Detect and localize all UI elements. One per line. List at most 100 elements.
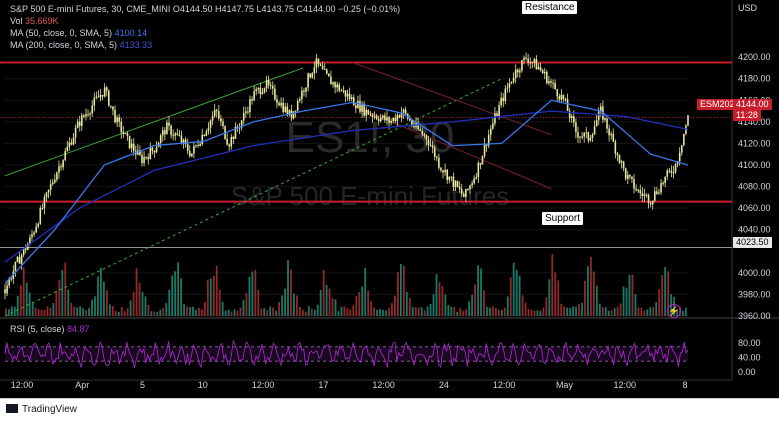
candle-body (145, 156, 147, 158)
volume-bar (497, 309, 500, 316)
candle-body (168, 122, 170, 126)
candle-body (226, 138, 228, 145)
candle-body (595, 120, 598, 127)
ma50-label[interactable]: MA (50, close, 0, SMA, 5) (10, 28, 112, 38)
volume-bar (58, 279, 61, 316)
volume-bar (563, 306, 566, 316)
volume-bar (382, 309, 384, 316)
volume-bar (515, 269, 518, 316)
candle-body (604, 118, 606, 120)
volume-bar (209, 278, 212, 316)
candle-body (535, 59, 538, 70)
candle-body (365, 109, 368, 116)
volume-bar (22, 267, 25, 316)
candle-body (577, 132, 579, 138)
candle-body (166, 122, 168, 135)
volume-bar (40, 310, 43, 316)
candle-body (110, 105, 112, 107)
candle-body (278, 102, 280, 106)
volume-bar (453, 306, 456, 316)
volume-bar (325, 285, 328, 316)
candle-body (651, 200, 654, 205)
volume-bar (49, 307, 52, 316)
volume-bar (156, 311, 159, 316)
candle-body (342, 90, 345, 92)
lightning-icon[interactable]: ⚡ (667, 304, 681, 318)
candle-body (259, 87, 262, 95)
candle-body (54, 179, 56, 183)
candle-body (512, 77, 515, 82)
volume-bar (198, 307, 200, 316)
resistance-annotation[interactable]: Resistance (522, 1, 578, 14)
chart-canvas[interactable]: ES1!, 30 S&P 500 E-mini Futures USD4200.… (0, 0, 779, 398)
tv-logo-icon (6, 404, 18, 413)
volume-bar (88, 308, 90, 316)
price-axis[interactable]: USD4200.004180.004160.004140.004120.0041… (738, 3, 771, 377)
volume-bar (352, 305, 355, 316)
candle-body (330, 76, 332, 85)
candle-body (541, 70, 544, 74)
price-tick: 4000.00 (738, 268, 771, 278)
ma200-label[interactable]: MA (200, close, 0, SMA, 5) (10, 40, 117, 50)
candle-body (458, 186, 461, 189)
time-tick: 24 (439, 380, 449, 390)
vol-label[interactable]: Vol (10, 16, 23, 26)
volume-bar (646, 309, 649, 316)
candle-body (357, 100, 359, 109)
candle-body (83, 115, 85, 117)
candle-body (521, 60, 523, 71)
candle-body (352, 97, 355, 106)
volume-bar (248, 276, 251, 316)
candle-body (39, 208, 42, 224)
volume-bar (135, 268, 138, 316)
volume-bar (46, 306, 49, 316)
candle-body (483, 144, 486, 157)
candle-body (674, 164, 677, 173)
volume-bar (423, 310, 426, 316)
candle-body (292, 111, 295, 119)
candle-body (543, 71, 546, 74)
candle-body (481, 156, 484, 165)
volume-bar (533, 311, 536, 316)
candle-body (371, 114, 374, 117)
volume-bar (97, 276, 99, 316)
candle-body (340, 90, 343, 92)
candle-body (606, 118, 608, 129)
symbol-title[interactable]: S&P 500 E-mini Futures, 30, CME_MINI (10, 4, 170, 14)
tradingview-logo[interactable]: TradingView (6, 404, 77, 415)
candle-body (450, 176, 453, 178)
candle-body (305, 87, 307, 92)
candle-body (284, 106, 287, 112)
volume-bar (7, 309, 10, 316)
candle-body (448, 176, 451, 180)
candle-body (492, 123, 494, 129)
volume-bar (661, 274, 664, 316)
volume-bar (492, 306, 494, 316)
candle-body (276, 99, 278, 103)
candle-body (242, 112, 245, 121)
candle-body (298, 99, 301, 101)
volume-bar (560, 303, 563, 316)
candle-body (141, 154, 143, 164)
candle-body (159, 135, 162, 144)
candle-body (527, 58, 529, 63)
candle-body (182, 139, 185, 143)
volume-bar (379, 308, 381, 316)
candle-body (409, 118, 411, 121)
support-annotation[interactable]: Support (542, 212, 584, 225)
candle-body (680, 145, 683, 153)
candle-body (232, 136, 235, 140)
candle-body (573, 116, 575, 123)
candle-body (404, 109, 407, 114)
volume-bar (569, 308, 572, 316)
candle-body (473, 178, 475, 184)
candle-body (382, 115, 384, 118)
volume-bar (432, 293, 435, 316)
rsi-label[interactable]: RSI (5, close) (10, 324, 65, 334)
volume-bar (595, 285, 598, 316)
candle-body (328, 73, 330, 77)
candle-body (452, 176, 455, 188)
volume-bar (331, 298, 334, 316)
price-tick: 4200.00 (738, 52, 771, 62)
volume-bar (215, 265, 218, 316)
